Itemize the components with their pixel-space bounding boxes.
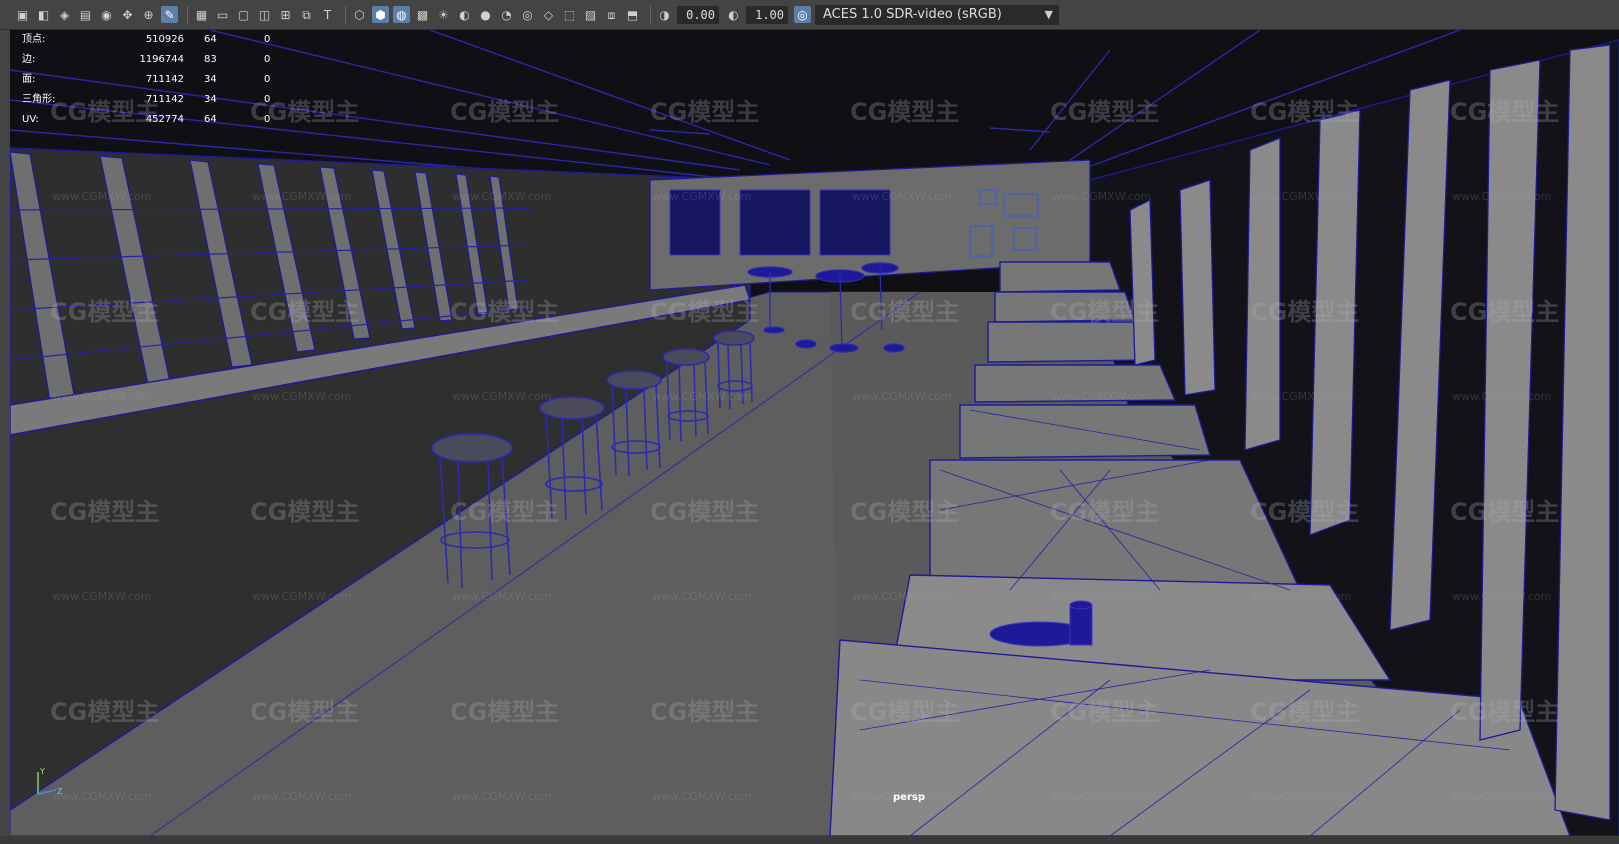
wireframe-icon[interactable]: ⬡ (351, 6, 368, 23)
wireframe-scene[interactable] (10, 30, 1619, 836)
chevron-down-icon: ▼ (1044, 7, 1053, 21)
xray-icon[interactable]: ▨ (582, 6, 599, 23)
isolate-select-icon[interactable]: ⬚ (561, 6, 578, 23)
viewport-toolbar: ▣ ◧ ◈ ▤ ◉ ✥ ⊕ ✎ ▦ ▭ ▢ ◫ ⊞ ⧉ T ⬡ ⬢ ◍ ▩ ☀ ◐ ● ◔ ◎ ◇ ⬚ ▨ ⧈ ⬒ ◑ 0.00 ◐ 1.00 ◎… (0, 0, 1619, 30)
safe-action-icon[interactable]: ⧉ (298, 6, 315, 23)
safe-title-icon[interactable]: T (319, 6, 336, 23)
viewport-footer (0, 836, 1619, 844)
depth-of-field-icon[interactable]: ◇ (540, 6, 557, 23)
film-gate-icon[interactable]: ▭ (214, 6, 231, 23)
snapshot-icon[interactable]: ◉ (98, 6, 115, 23)
hud-row: UV: 452774 64 0 (22, 110, 294, 130)
hud-extra-value: 0 (264, 34, 271, 45)
booth-seat (929, 459, 1302, 591)
hud-row: 面: 711142 34 0 (22, 70, 294, 90)
transform-icon[interactable]: ⊕ (140, 6, 157, 23)
booth-seat (974, 364, 1177, 403)
view-axis-gizmo: Y Z (37, 767, 63, 796)
wireframe-on-shaded-icon[interactable]: ◍ (393, 6, 410, 23)
grease-pencil-icon[interactable]: ✎ (161, 6, 178, 23)
booth-seat (987, 321, 1152, 363)
move-tool-icon[interactable]: ✥ (119, 6, 136, 23)
hud-extra-value: 0 (264, 94, 271, 105)
toolbar-separator (345, 5, 346, 24)
image-plane-icon[interactable]: ▤ (77, 6, 94, 23)
textured-icon[interactable]: ▩ (414, 6, 431, 23)
hud-label: 边: (22, 54, 36, 65)
poly-count-hud: 顶点: 510926 64 0 边: 1196744 83 0 面: 711142 34 0 三角形: 7… (22, 30, 294, 130)
hud-row: 边: 1196744 83 0 (22, 50, 294, 70)
shadows-icon[interactable]: ◐ (456, 6, 473, 23)
exposure-field[interactable]: 0.00 (677, 5, 719, 24)
anti-alias-icon[interactable]: ◎ (519, 6, 536, 23)
axis-z-line (37, 789, 57, 795)
exposure-icon[interactable]: ◑ (656, 6, 673, 23)
hud-total-value: 1196744 (139, 54, 184, 65)
hud-total-value: 452774 (145, 114, 184, 125)
grid-icon[interactable]: ▦ (193, 6, 210, 23)
resolution-gate-icon[interactable]: ▢ (235, 6, 252, 23)
gate-mask-icon[interactable]: ◫ (256, 6, 273, 23)
curtain (1129, 198, 1156, 366)
hud-extra-value: 0 (264, 54, 271, 65)
hud-selected-value: 83 (204, 54, 217, 65)
axis-z-label: Z (57, 787, 63, 796)
hud-row: 三角形: 711142 34 0 (22, 90, 294, 110)
hud-label: 顶点: (22, 34, 46, 45)
camera-name-label: persp (893, 792, 925, 803)
xray-joints-icon[interactable]: ⧈ (603, 6, 620, 23)
hud-selected-value: 34 (204, 74, 217, 85)
hud-total-value: 711142 (145, 94, 184, 105)
hud-total-value: 711142 (145, 74, 184, 85)
smooth-shade-icon[interactable]: ⬢ (372, 6, 389, 23)
hud-total-value: 510926 (145, 34, 184, 45)
booth-seat (994, 291, 1136, 323)
hud-row: 顶点: 510926 64 0 (22, 30, 294, 50)
curtain (1179, 179, 1216, 396)
hud-label: 面: (22, 74, 36, 85)
back-windows (669, 189, 891, 256)
view-transform-label: ACES 1.0 SDR-video (sRGB) (823, 6, 1002, 22)
gamma-field[interactable]: 1.00 (746, 5, 788, 24)
hud-label: UV: (22, 114, 39, 125)
hud-extra-value: 0 (264, 74, 271, 85)
axis-y-label: Y (39, 767, 45, 776)
toolbar-separator (187, 5, 188, 24)
color-management-icon[interactable]: ◎ (794, 6, 811, 23)
xray-components-icon[interactable]: ⬒ (624, 6, 641, 23)
view-transform-select[interactable]: ACES 1.0 SDR-video (sRGB) ▼ (815, 4, 1059, 25)
field-chart-icon[interactable]: ⊞ (277, 6, 294, 23)
use-lights-icon[interactable]: ☀ (435, 6, 452, 23)
hud-selected-value: 34 (204, 94, 217, 105)
gamma-icon[interactable]: ◐ (725, 6, 742, 23)
booth-seat (959, 404, 1211, 459)
hud-selected-value: 64 (204, 34, 217, 45)
hud-selected-value: 64 (204, 114, 217, 125)
curtain (1244, 137, 1281, 451)
bookmark-icon[interactable]: ◈ (56, 6, 73, 23)
camera-attr-icon[interactable]: ◧ (35, 6, 52, 23)
booth-seat (999, 261, 1121, 293)
ambient-occlusion-icon[interactable]: ● (477, 6, 494, 23)
toolbar-separator (650, 5, 651, 24)
motion-blur-icon[interactable]: ◔ (498, 6, 515, 23)
camera-icon[interactable]: ▣ (14, 6, 31, 23)
hud-label: 三角形: (22, 94, 56, 105)
perspective-viewport[interactable]: 顶点: 510926 64 0 边: 1196744 83 0 面: 711142 34 0 三角形: 7… (10, 30, 1619, 836)
hud-extra-value: 0 (264, 114, 271, 125)
